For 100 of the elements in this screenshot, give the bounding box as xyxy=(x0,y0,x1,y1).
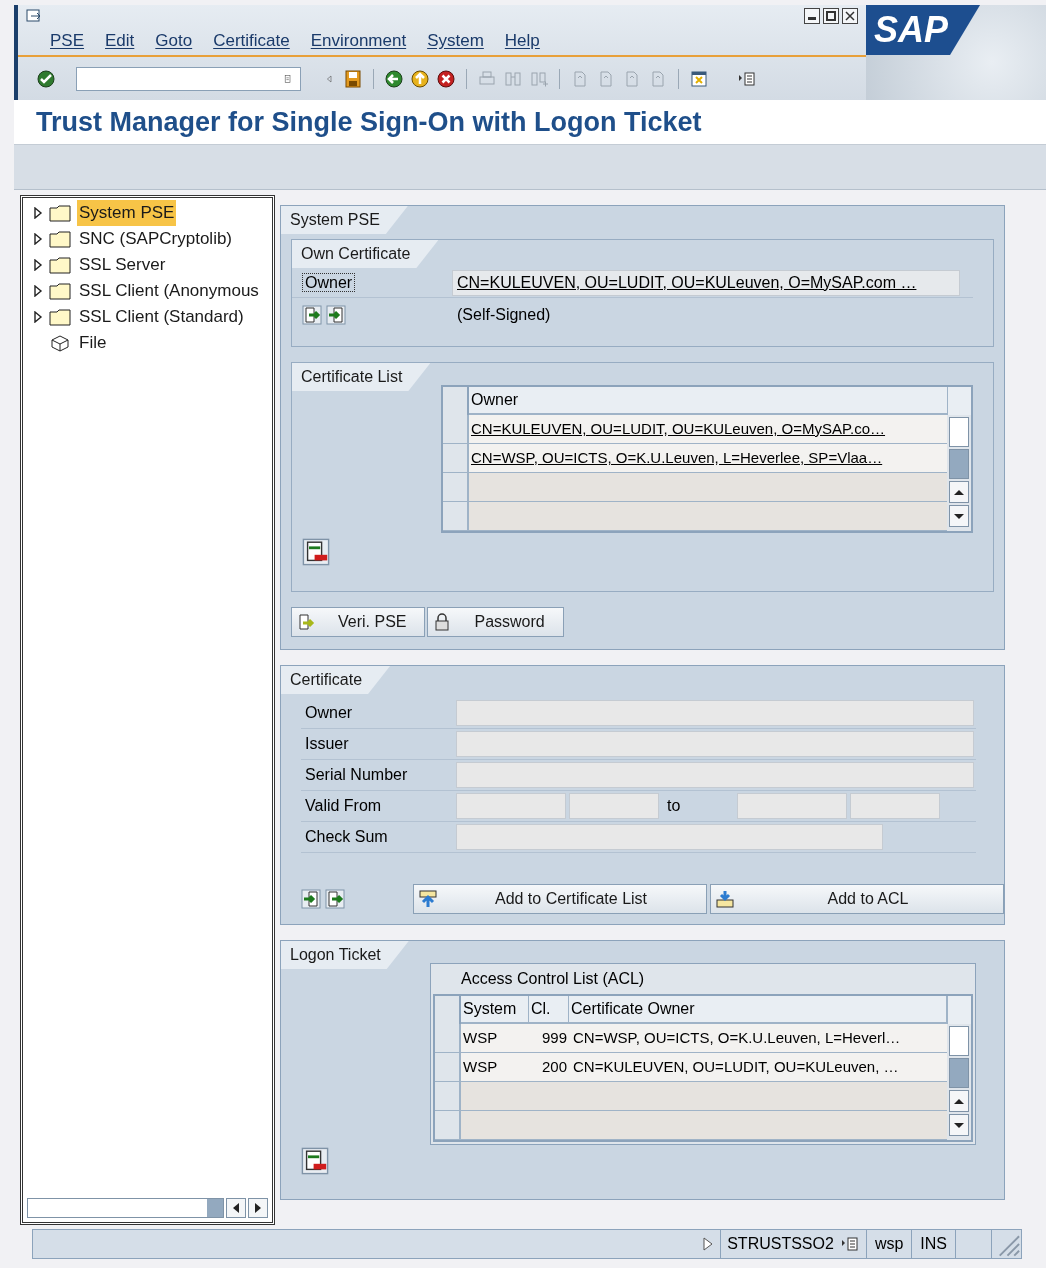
tree-item[interactable]: File xyxy=(77,330,109,356)
action-button[interactable]: Add to Certificate List xyxy=(413,884,707,914)
scrollbar-thumb[interactable] xyxy=(949,449,969,479)
menu-item[interactable]: Edit xyxy=(105,28,135,54)
owner-field: CN=KULEUVEN, OU=LUDIT, OU=KULeuven, O=MySAP.com … xyxy=(452,269,960,296)
panel-title: System PSE xyxy=(281,206,408,234)
menu-item[interactable]: Certificate xyxy=(213,28,290,54)
column-header[interactable]: Owner xyxy=(469,387,947,415)
expand-arrow-icon[interactable] xyxy=(33,207,43,219)
status-text: (Self-Signed) xyxy=(457,305,551,325)
time-field[interactable] xyxy=(569,793,659,819)
header-corner xyxy=(947,996,971,1024)
export-button[interactable] xyxy=(326,305,346,325)
system-name: wsp xyxy=(865,1230,912,1258)
cancel-icon[interactable] xyxy=(436,68,456,89)
date-field[interactable] xyxy=(456,793,566,819)
expand-arrow-icon[interactable] xyxy=(33,233,43,245)
field-label: Check Sum xyxy=(304,827,389,847)
folder-icon xyxy=(49,256,71,274)
input-field[interactable] xyxy=(456,731,974,757)
table-cell-text: CN=KULEUVEN, OU=LUDIT, OU=KULeuven, … xyxy=(572,1057,900,1077)
menu-item[interactable]: PSE xyxy=(50,28,85,54)
tree-item[interactable]: SSL Client (Standard) xyxy=(77,304,246,330)
maximize-icon[interactable] xyxy=(823,8,839,24)
table-cell-text: CN=WSP, OU=ICTS, O=K.U.Leuven, L=Heverl… xyxy=(572,1028,902,1048)
system-menu-icon[interactable] xyxy=(26,8,42,24)
scrollbar[interactable] xyxy=(947,415,971,529)
folder-icon xyxy=(49,308,71,326)
field-label: Serial Number xyxy=(304,765,409,785)
resize-grip-icon[interactable] xyxy=(991,1230,1021,1258)
sap-logo: SAP xyxy=(866,5,981,55)
tree-item[interactable]: SNC (SAPCryptolib) xyxy=(77,226,235,252)
menu-item[interactable]: Environment xyxy=(310,28,407,54)
close-icon[interactable] xyxy=(842,8,858,24)
scrollbar-thumb[interactable] xyxy=(949,1058,969,1088)
window-icon[interactable] xyxy=(689,68,709,89)
action-button[interactable]: Add to ACL xyxy=(710,884,1004,914)
field-label: Valid From xyxy=(304,796,383,816)
scroll-left-button[interactable] xyxy=(226,1198,246,1218)
tree-item[interactable]: SSL Client (Anonymous xyxy=(77,278,261,304)
folder-icon xyxy=(49,282,71,300)
input-field[interactable] xyxy=(456,824,883,850)
table-cell[interactable]: CN=KULEUVEN, OU=LUDIT, OU=KULeuven, O=MySAP.co… xyxy=(469,415,947,444)
column-header[interactable]: Certificate Owner xyxy=(569,996,947,1024)
toolbar-button[interactable]: Password xyxy=(427,607,564,637)
menu-item[interactable]: Goto xyxy=(155,28,193,54)
field-label: Issuer xyxy=(304,734,350,754)
scroll-up-button[interactable] xyxy=(949,1090,969,1112)
date-field[interactable] xyxy=(737,793,847,819)
scroll-right-button[interactable] xyxy=(248,1198,268,1218)
range-separator: to xyxy=(666,796,682,816)
scroll-down-button[interactable] xyxy=(949,505,969,527)
command-field[interactable] xyxy=(76,66,301,91)
column-header[interactable]: Cl. xyxy=(529,996,569,1024)
scrollbar[interactable] xyxy=(947,1024,971,1138)
import-button[interactable] xyxy=(325,889,345,909)
panel-title: Logon Ticket xyxy=(281,941,409,969)
column-header[interactable]: System xyxy=(461,996,529,1024)
delete-row-button[interactable] xyxy=(301,1147,329,1175)
tree-item[interactable]: SSL Server xyxy=(77,252,168,278)
row-selector[interactable] xyxy=(443,444,469,473)
scroll-down-button[interactable] xyxy=(949,1114,969,1136)
input-field[interactable] xyxy=(456,700,974,726)
menu-item[interactable]: Help xyxy=(504,28,540,54)
toolbar-button[interactable]: Veri. PSE xyxy=(291,607,426,637)
scroll-up-button[interactable] xyxy=(949,481,969,503)
expand-arrow-icon[interactable] xyxy=(33,285,43,297)
arrow-up-icon[interactable] xyxy=(418,889,438,909)
panel-title: Certificate xyxy=(281,666,391,694)
cube-icon xyxy=(49,334,71,352)
panel-title: Certificate List xyxy=(292,363,431,391)
insert-mode: INS xyxy=(911,1230,955,1258)
minimize-icon[interactable] xyxy=(804,8,820,24)
tree-item[interactable]: System PSE xyxy=(77,200,177,226)
input-field[interactable] xyxy=(456,762,974,788)
menu-item[interactable]: System xyxy=(427,28,484,54)
import-button[interactable] xyxy=(302,305,322,325)
checkmark-icon[interactable] xyxy=(36,68,56,89)
screen-title: Trust Manager for Single Sign-On with Logon Ticket xyxy=(36,105,702,139)
expand-arrow-icon[interactable] xyxy=(33,311,43,323)
table-cell-text: 200 xyxy=(540,1057,568,1077)
field-label: Owner xyxy=(304,703,354,723)
delete-row-button[interactable] xyxy=(302,538,330,566)
export-button[interactable] xyxy=(301,889,321,909)
owner-label: Owner xyxy=(302,272,356,292)
expand-arrow-icon[interactable] xyxy=(33,259,43,271)
verify-icon[interactable] xyxy=(296,612,316,632)
list-icon[interactable] xyxy=(839,1234,860,1254)
panel-title: Own Certificate xyxy=(292,240,439,268)
folder-icon xyxy=(49,204,71,222)
folder-icon xyxy=(49,230,71,248)
save-icon[interactable] xyxy=(343,68,363,89)
horizontal-scrollbar[interactable] xyxy=(27,1198,224,1218)
time-field[interactable] xyxy=(850,793,940,819)
row-selector[interactable] xyxy=(443,415,469,444)
table-cell[interactable]: CN=WSP, OU=ICTS, O=K.U.Leuven, L=Heverlee, SP=Vlaa… xyxy=(469,444,947,473)
table-cell-text: WSP xyxy=(462,1057,499,1077)
row-selector[interactable] xyxy=(443,473,469,502)
arrow-down-icon[interactable] xyxy=(715,889,735,909)
row-selector[interactable] xyxy=(443,502,469,531)
